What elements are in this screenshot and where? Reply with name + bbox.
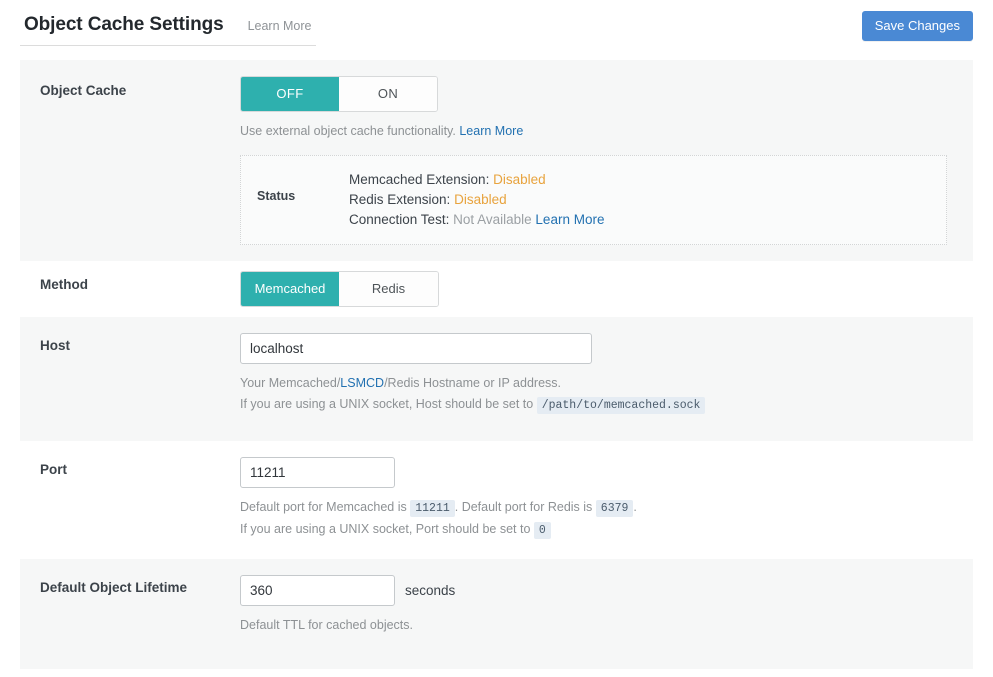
row-host: Host Your Memcached/LSMCD/Redis Hostname… — [20, 317, 973, 442]
status-redis-row: Redis Extension: Disabled — [349, 190, 604, 210]
settings-table: Object Cache OFF ON Use external object … — [20, 60, 973, 670]
lifetime-field-group: seconds — [240, 575, 953, 607]
object-cache-help-text: Use external object cache functionality. — [240, 123, 456, 138]
method-toggle[interactable]: Memcached Redis — [240, 271, 439, 307]
port-help-line-2: If you are using a UNIX socket, Port sho… — [240, 519, 953, 541]
host-help: Your Memcached/LSMCD/Redis Hostname or I… — [240, 373, 953, 416]
status-redis-label: Redis Extension: — [349, 192, 451, 208]
row-label-host: Host — [40, 338, 70, 354]
row-port: Port Default port for Memcached is 11211… — [20, 441, 973, 560]
host-help-suffix: /Redis Hostname or IP address. — [384, 376, 561, 391]
row-field-method: Memcached Redis — [240, 261, 973, 317]
object-cache-help-line: Use external object cache functionality.… — [240, 124, 523, 138]
header-learn-more-link[interactable]: Learn More — [248, 19, 312, 33]
page-header: Object Cache Settings Learn More Save Ch… — [0, 0, 993, 52]
object-cache-toggle[interactable]: OFF ON — [240, 76, 438, 112]
default-object-lifetime-input[interactable] — [240, 575, 395, 607]
lifetime-help: Default TTL for cached objects. — [240, 615, 953, 636]
host-help-prefix: Your Memcached/ — [240, 376, 341, 391]
port-help-part2: . Default port for Redis is — [454, 500, 593, 515]
object-cache-toggle-off[interactable]: OFF — [241, 77, 339, 111]
status-memcached-row: Memcached Extension: Disabled — [349, 170, 604, 190]
row-field-host: Your Memcached/LSMCD/Redis Hostname or I… — [240, 317, 973, 432]
port-help: Default port for Memcached is 11211. Def… — [240, 497, 953, 541]
row-default-object-lifetime: Default Object Lifetime seconds Default … — [20, 559, 973, 670]
object-cache-toggle-on[interactable]: ON — [339, 77, 437, 111]
port-help-part1: Default port for Memcached is — [240, 500, 407, 515]
port-input[interactable] — [240, 457, 395, 489]
lifetime-help-text: Default TTL for cached objects. — [240, 618, 414, 633]
status-box-lines: Memcached Extension: Disabled Redis Exte… — [349, 170, 604, 230]
host-socket-path-code: /path/to/memcached.sock — [536, 396, 706, 414]
row-field-port: Default port for Memcached is 11211. Def… — [240, 441, 973, 557]
status-memcached-label: Memcached Extension: — [349, 172, 490, 188]
row-label-method: Method — [40, 277, 88, 293]
port-memcached-default-code: 11211 — [410, 500, 455, 518]
row-object-cache: Object Cache OFF ON Use external object … — [20, 60, 973, 262]
row-field-object-cache: OFF ON Use external object cache functio… — [240, 60, 973, 261]
lifetime-unit-label: seconds — [405, 583, 456, 599]
row-label-port: Port — [40, 462, 67, 478]
method-toggle-redis[interactable]: Redis — [339, 272, 438, 306]
status-connection-learn-more-link[interactable]: Learn More — [535, 212, 604, 227]
status-box: Status Memcached Extension: Disabled Red… — [240, 155, 947, 246]
row-method: Method Memcached Redis — [20, 261, 973, 318]
row-label-object-cache: Object Cache — [40, 83, 127, 98]
status-box-title: Status — [257, 189, 296, 204]
status-memcached-value: Disabled — [493, 172, 546, 188]
port-socket-help-text: If you are using a UNIX socket, Port sho… — [240, 522, 531, 537]
port-redis-default-code: 6379 — [595, 500, 634, 518]
host-input[interactable] — [240, 333, 592, 365]
save-changes-button[interactable]: Save Changes — [861, 11, 973, 41]
page-title-group: Object Cache Settings Learn More — [20, 0, 316, 46]
status-redis-value: Disabled — [454, 192, 507, 208]
row-field-default-object-lifetime: seconds Default TTL for cached objects. — [240, 559, 973, 652]
port-help-part3: . — [633, 500, 637, 515]
status-connection-label: Connection Test: — [349, 212, 450, 228]
port-help-line-1: Default port for Memcached is 11211. Def… — [240, 497, 953, 519]
host-socket-help-text: If you are using a UNIX socket, Host sho… — [240, 396, 534, 411]
object-cache-help: Use external object cache functionality.… — [240, 121, 953, 142]
host-help-line-1: Your Memcached/LSMCD/Redis Hostname or I… — [240, 373, 953, 394]
lsmcd-link[interactable]: LSMCD — [340, 376, 384, 390]
host-help-line-2: If you are using a UNIX socket, Host sho… — [240, 394, 953, 416]
object-cache-help-learn-more-link[interactable]: Learn More — [459, 124, 523, 138]
port-socket-value-code: 0 — [533, 522, 551, 540]
page-title: Object Cache Settings — [24, 14, 224, 35]
status-connection-value: Not Available — [453, 212, 532, 228]
status-connection-row: Connection Test: Not Available Learn Mor… — [349, 210, 604, 230]
method-toggle-memcached[interactable]: Memcached — [241, 272, 339, 306]
row-label-default-object-lifetime: Default Object Lifetime — [40, 580, 188, 596]
